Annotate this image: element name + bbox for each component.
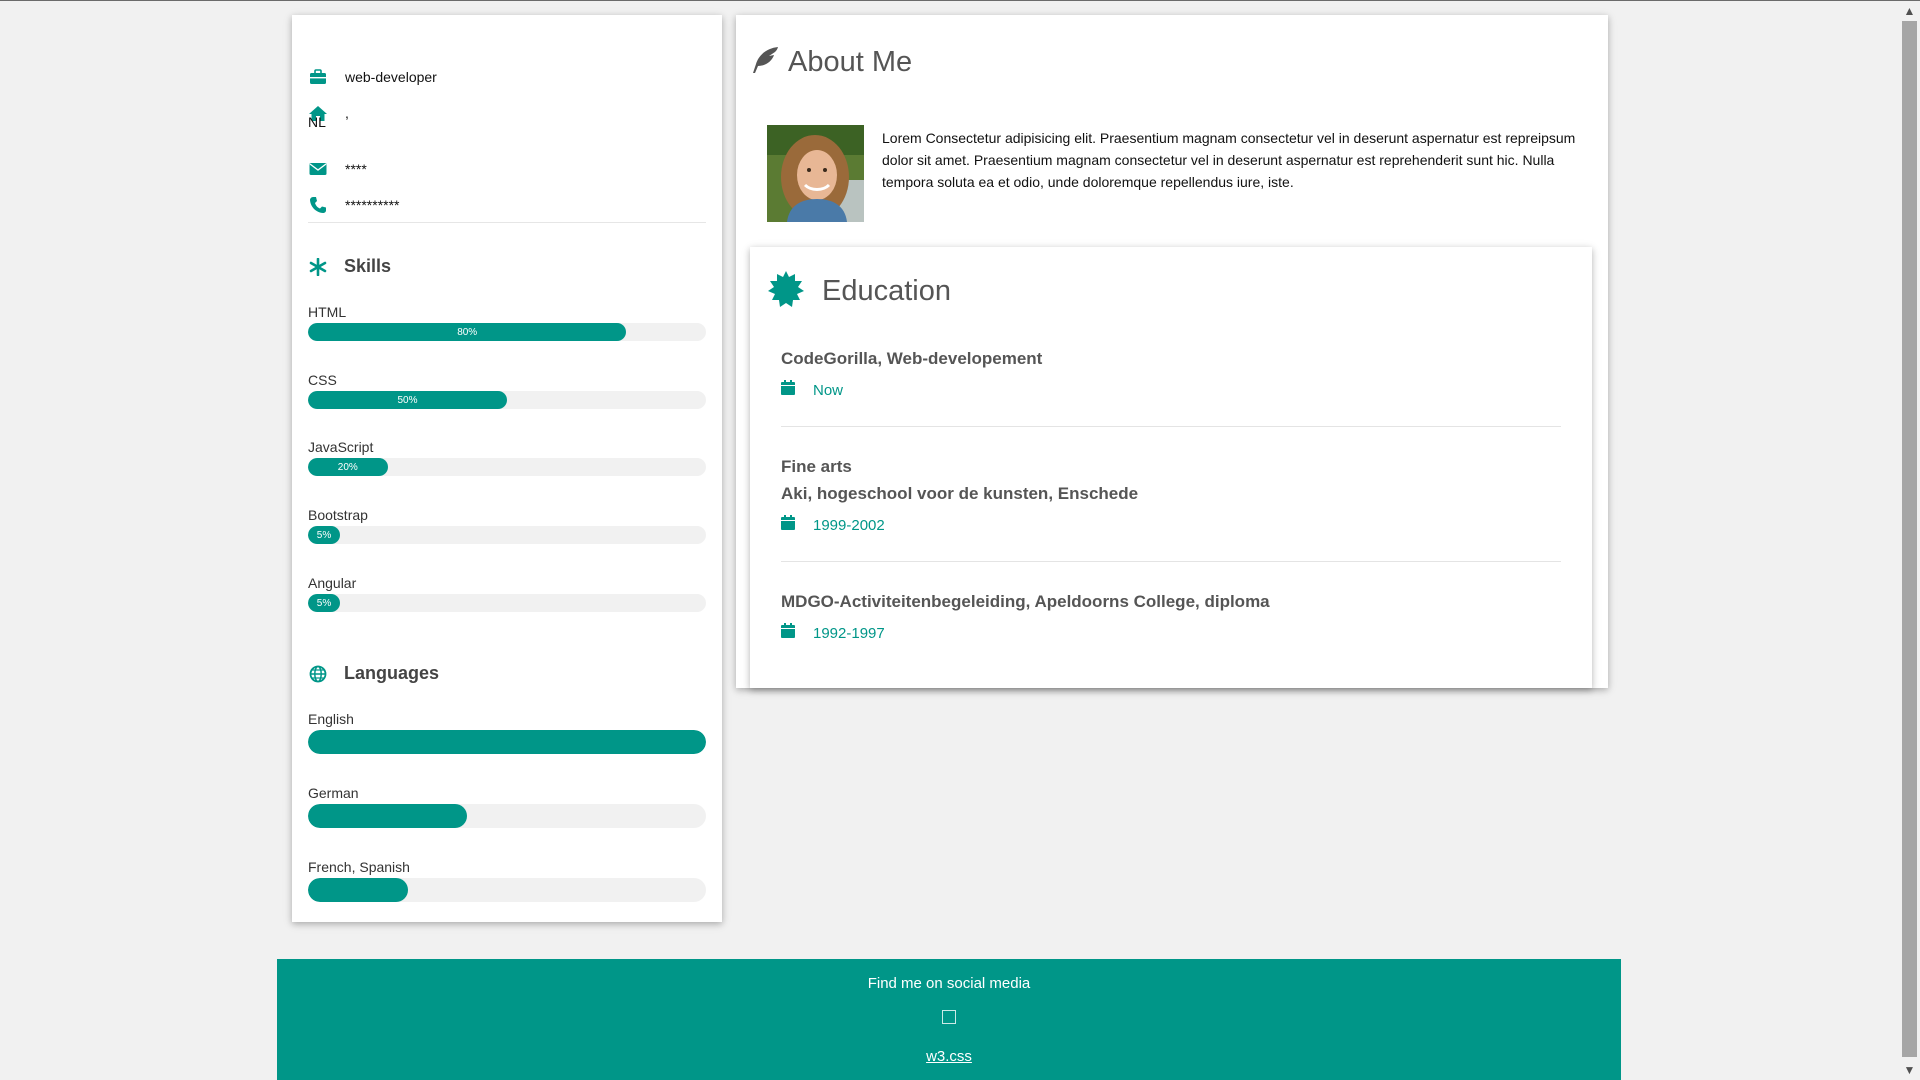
skill-bar-bootstrap: 5% <box>308 526 706 544</box>
education-entry: MDGO-Activiteitenbegeleiding, Apeldoorns… <box>781 588 1561 643</box>
footer: Find me on social media w3.css <box>277 959 1621 1080</box>
job-title: web-developer <box>345 69 437 85</box>
education-date-text: 1999-2002 <box>813 516 885 534</box>
languages-title: Languages <box>344 663 440 683</box>
location-country: NL <box>308 114 326 130</box>
phone-icon <box>308 195 328 215</box>
skill-fill-css: 50% <box>308 391 507 409</box>
skill-bar-html: 80% <box>308 323 706 341</box>
language-bar-french-spanish <box>308 878 706 902</box>
scroll-down-icon[interactable]: ▼ <box>1899 1060 1920 1080</box>
language-fill-english <box>308 730 706 754</box>
skill-fill-html: 80% <box>308 323 627 341</box>
feather-icon <box>750 45 780 80</box>
about-card: About Me Lorem Consectetur adipisicing e… <box>736 15 1608 688</box>
skill-fill-javascript: 20% <box>308 458 388 476</box>
calendar-icon <box>781 515 795 535</box>
envelope-icon <box>308 159 328 179</box>
skill-fill-angular: 5% <box>308 594 340 612</box>
calendar-icon <box>781 380 795 400</box>
phone-row: ********** <box>308 195 399 215</box>
scroll-up-icon[interactable]: ▲ <box>1899 1 1920 21</box>
about-heading: About Me <box>750 45 912 80</box>
education-heading: Education <box>768 271 951 312</box>
location-city: , <box>345 105 349 121</box>
skill-fill-bootstrap: 5% <box>308 526 340 544</box>
profile-card: web-developer , NL **** ********** Skill… <box>292 15 722 922</box>
job-row: web-developer <box>308 67 437 87</box>
education-card: Education CodeGorilla, Web-developement … <box>750 247 1592 688</box>
profile-photo <box>767 125 864 222</box>
broken-image-icon[interactable] <box>942 1010 956 1024</box>
skills-heading: Skills <box>308 256 391 277</box>
asterisk-icon <box>308 257 328 277</box>
language-label-french-spanish: French, Spanish <box>308 859 410 875</box>
language-bar-german <box>308 804 706 828</box>
language-bar-english <box>308 730 706 754</box>
education-entry-name: MDGO-Activiteitenbegeleiding, Apeldoorns… <box>781 592 1270 611</box>
education-date-text: 1992-1997 <box>813 624 885 642</box>
skill-bar-angular: 5% <box>308 594 706 612</box>
education-divider <box>781 561 1561 562</box>
briefcase-icon <box>308 67 328 87</box>
education-entry-institution: Aki, hogeschool voor de kunsten, Ensched… <box>781 484 1139 503</box>
skill-label-javascript: JavaScript <box>308 439 374 455</box>
skill-label-bootstrap: Bootstrap <box>308 507 368 523</box>
education-entry-date: 1999-2002 <box>781 515 1561 535</box>
education-entry-date: 1992-1997 <box>781 623 1561 643</box>
education-title: Education <box>822 275 951 307</box>
education-divider <box>781 426 1561 427</box>
education-entry: Fine arts Aki, hogeschool voor de kunste… <box>781 453 1561 535</box>
language-label-english: English <box>308 711 354 727</box>
globe-icon <box>308 664 328 684</box>
about-title: About Me <box>788 46 913 78</box>
skill-label-css: CSS <box>308 372 337 388</box>
window-top-border <box>0 0 1920 1</box>
page-scrollbar[interactable]: ▲ ▼ <box>1899 1 1920 1080</box>
education-date-text: Now <box>813 381 844 399</box>
certificate-icon <box>768 271 804 312</box>
scrollbar-thumb[interactable] <box>1902 21 1917 1057</box>
language-fill-german <box>308 804 468 828</box>
phone-value: ********** <box>345 197 400 213</box>
skills-title: Skills <box>344 256 392 276</box>
skill-bar-javascript: 20% <box>308 458 706 476</box>
calendar-icon <box>781 623 795 643</box>
about-text: Lorem Consectetur adipisicing elit. Prae… <box>882 130 1576 190</box>
email-row: **** <box>308 159 367 179</box>
w3css-link[interactable]: w3.css <box>277 1048 1621 1065</box>
language-label-german: German <box>308 785 359 801</box>
education-entry: CodeGorilla, Web-developement Now <box>781 345 1561 400</box>
email-value: **** <box>345 161 367 177</box>
profile-divider <box>308 222 706 223</box>
skill-label-angular: Angular <box>308 575 357 591</box>
language-fill-french-spanish <box>308 878 408 902</box>
education-entry-date: Now <box>781 380 1561 400</box>
languages-heading: Languages <box>308 663 439 684</box>
footer-title: Find me on social media <box>867 975 1031 992</box>
education-entry-name: CodeGorilla, Web-developement <box>781 349 1043 368</box>
skill-label-html: HTML <box>308 304 347 320</box>
education-entry-name: Fine arts <box>781 457 852 476</box>
skill-bar-css: 50% <box>308 391 706 409</box>
